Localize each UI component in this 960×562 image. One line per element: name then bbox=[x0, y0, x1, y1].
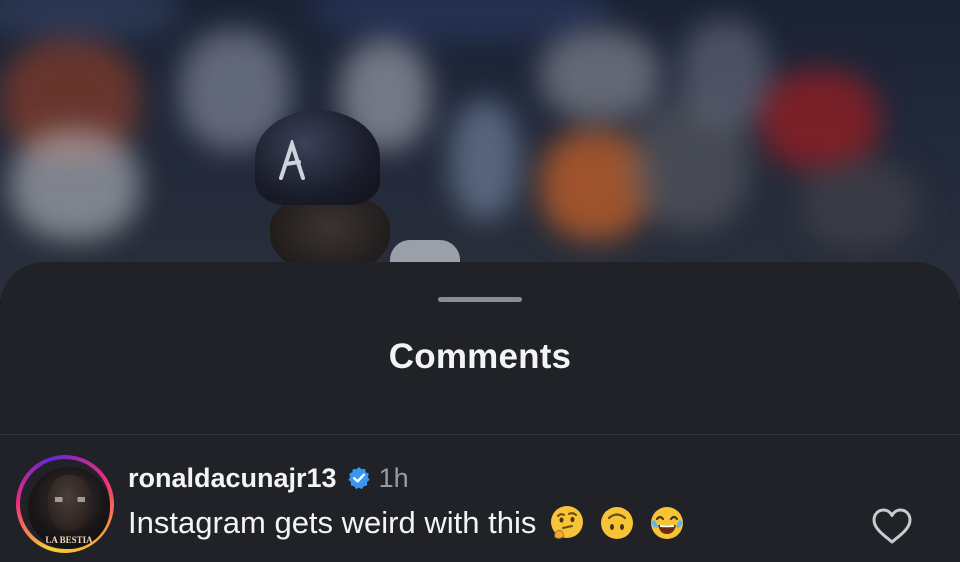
baseball-player bbox=[250, 110, 460, 280]
upside-down-face-icon bbox=[601, 507, 634, 539]
comment-header: ronaldacunajr13 1h bbox=[128, 460, 409, 496]
tears-of-joy-icon bbox=[651, 507, 684, 539]
header-divider bbox=[0, 434, 960, 435]
thinking-face-icon bbox=[551, 506, 584, 539]
comment-timestamp: 1h bbox=[378, 462, 409, 493]
sheet-title: Comments bbox=[388, 337, 572, 376]
helmet-logo-icon bbox=[279, 140, 305, 180]
avatar-story-ring[interactable]: LA BESTIA bbox=[16, 455, 114, 553]
crowd-background bbox=[0, 0, 960, 300]
comment-body: Instagram gets weird with this bbox=[128, 504, 686, 542]
avatar-caption: LA BESTIA bbox=[45, 535, 93, 545]
comments-sheet: Comments LA BESTIA ronaldacunajr13 1h In… bbox=[0, 262, 960, 562]
comment-item: LA BESTIA ronaldacunajr13 1h Instagram g… bbox=[0, 452, 960, 562]
sheet-drag-handle[interactable] bbox=[438, 297, 522, 302]
comment-text: Instagram gets weird with this bbox=[128, 505, 537, 540]
avatar-portrait bbox=[48, 475, 92, 531]
comment-username[interactable]: ronaldacunajr13 bbox=[128, 463, 337, 494]
video-backdrop[interactable] bbox=[0, 0, 960, 300]
batting-helmet bbox=[255, 110, 380, 205]
heart-icon[interactable] bbox=[871, 507, 913, 545]
verified-badge-icon bbox=[347, 467, 370, 490]
avatar[interactable]: LA BESTIA bbox=[28, 467, 110, 549]
avatar-eyes bbox=[55, 497, 85, 502]
